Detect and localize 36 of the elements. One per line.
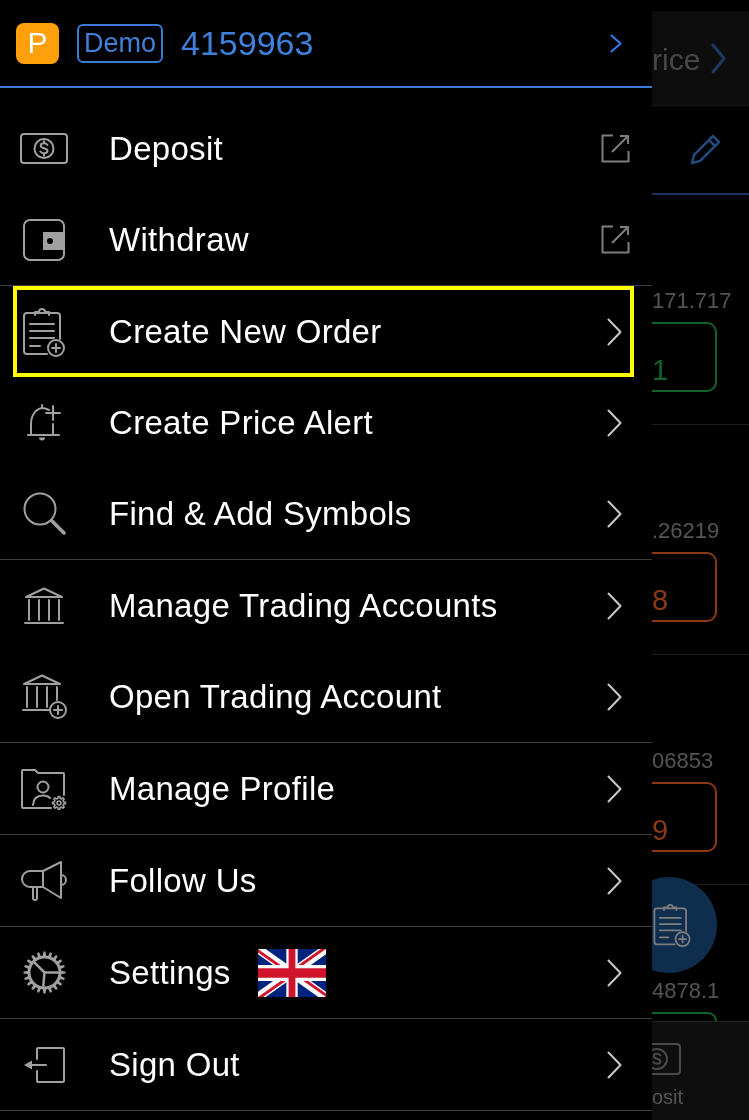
menu-item[interactable]: Deposit: [0, 103, 652, 194]
menu-item[interactable]: Find & Add Symbols: [0, 468, 652, 559]
menu-item[interactable]: Create Price Alert: [0, 377, 652, 468]
price-label: 06853: [652, 750, 715, 772]
menu-item[interactable]: Open Trading Account: [0, 651, 652, 742]
menu-item[interactable]: Sign Out: [0, 1019, 652, 1110]
floating-action-button[interactable]: [652, 877, 717, 973]
external-link-icon[interactable]: [601, 134, 630, 163]
menu-item[interactable]: Create New Order: [0, 286, 652, 377]
price-label: 171.717: [652, 290, 733, 312]
megaphone-icon: [21, 859, 67, 902]
bell-plus-icon: [27, 402, 61, 443]
menu-item[interactable]: Withdraw: [0, 194, 652, 285]
price-label: 4878.1: [652, 980, 721, 1002]
account-number: 4159963: [181, 26, 314, 60]
app-logo: P: [16, 22, 59, 64]
search-icon: [22, 492, 66, 535]
wallet-icon: [23, 218, 65, 261]
bank-plus-icon: [21, 674, 67, 719]
profile-folder-icon: [21, 767, 67, 810]
bank-icon: [24, 586, 64, 625]
screen-title: rice: [652, 45, 701, 75]
menu-item[interactable]: Manage Trading Accounts: [0, 560, 652, 651]
menu-item[interactable]: Settings: [0, 927, 652, 1018]
chevron-icon[interactable]: [610, 33, 622, 53]
menu-item[interactable]: Follow Us: [0, 835, 652, 926]
price-label: .26219: [652, 520, 721, 542]
banknote-icon: [652, 1043, 681, 1075]
menu-item[interactable]: Manage Profile: [0, 743, 652, 834]
account-type-tag: Demo: [77, 23, 164, 63]
clipboard-plus-icon: [653, 903, 691, 947]
sign-out-icon: [23, 1046, 65, 1083]
clipboard-plus-icon: [23, 306, 65, 357]
external-link-icon[interactable]: [601, 225, 630, 254]
banknote-icon: [20, 133, 68, 164]
settings-icon: [22, 951, 66, 994]
